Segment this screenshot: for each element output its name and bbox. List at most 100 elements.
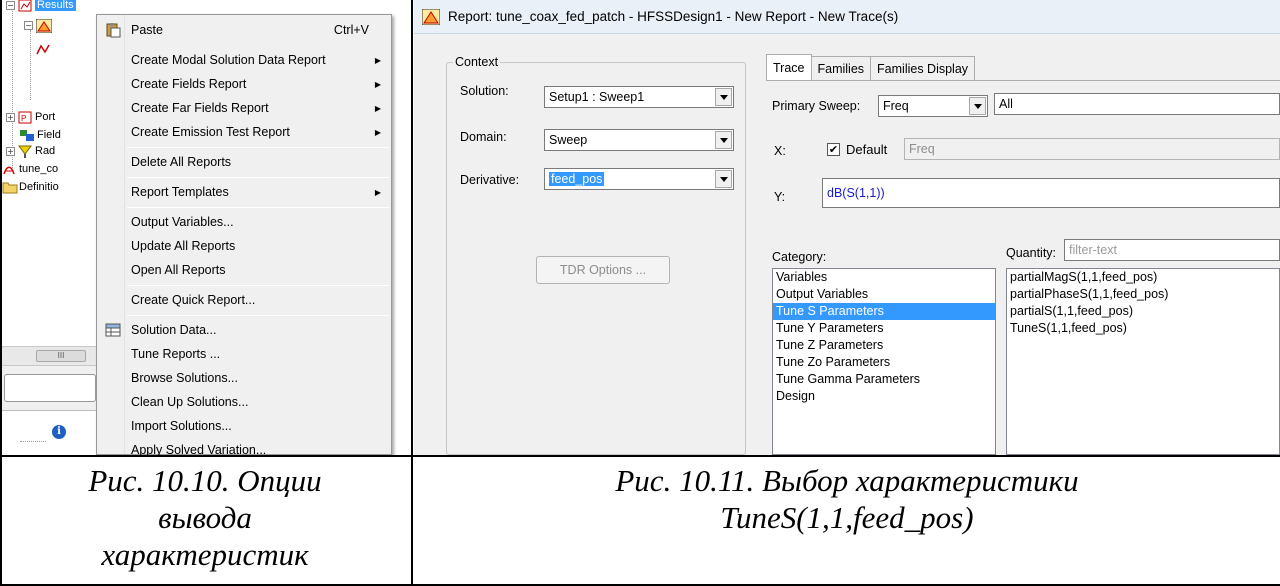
domain-select[interactable]: Sweep [544,129,734,151]
expand-toggle-icon[interactable]: + [6,146,15,156]
collapse-toggle-icon[interactable]: − [6,0,15,10]
menu-item-create-quick-report[interactable]: Create Quick Report... [99,289,389,311]
menu-item-label: Update All Reports [131,239,236,253]
menu-item-clean-up-solutions[interactable]: Clean Up Solutions... [99,391,389,413]
list-item[interactable]: Tune Y Parameters [773,320,995,337]
caption-line: TuneS(1,1,feed_pos) [720,500,974,535]
menu-separator [127,315,389,316]
expand-toggle-icon[interactable]: + [6,112,15,122]
tree-item-label: Rad [35,145,56,157]
solution-label: Solution: [460,84,509,98]
list-item[interactable]: Tune Z Parameters [773,337,995,354]
menu-item-create-modal-solution-data-report[interactable]: Create Modal Solution Data Report ▶ [99,49,389,71]
menu-item-label: Delete All Reports [131,155,232,169]
menu-item-label: Report Templates [131,185,229,199]
default-label: Default [846,142,888,157]
port-icon: P [18,111,32,124]
menu-item-apply-solved-variation[interactable]: Apply Solved Variation... [99,439,389,455]
y-expression-field[interactable]: dB(S(1,1)) [822,178,1280,208]
list-item[interactable]: TuneS(1,1,feed_pos) [1007,320,1279,337]
quantity-list[interactable]: partialMagS(1,1,feed_pos) partialPhaseS(… [1006,268,1280,455]
list-item[interactable]: partialMagS(1,1,feed_pos) [1007,269,1279,286]
chevron-down-icon[interactable] [715,88,732,106]
table-border [0,455,1280,457]
scrollbar-thumb[interactable]: III [36,350,86,362]
list-item[interactable]: Design [773,388,995,405]
tree-item-report[interactable]: − [24,16,53,34]
derivative-select[interactable]: feed_pos [544,168,734,190]
list-item[interactable]: Tune Gamma Parameters [773,371,995,388]
table-icon [105,322,121,338]
category-list[interactable]: Variables Output Variables Tune S Parame… [772,268,996,455]
sweep-values-field[interactable]: All [994,93,1280,115]
tree-item-definitions[interactable]: Definitio [2,178,59,196]
tree-item-ports[interactable]: + P Port [6,108,55,126]
menu-item-label: Output Variables... [131,215,234,229]
tab-families-display[interactable]: Families Display [870,56,976,80]
menu-separator [127,207,389,208]
menu-item-output-variables[interactable]: Output Variables... [99,211,389,233]
menu-item-report-templates[interactable]: Report Templates ▶ [99,181,389,203]
list-item-selected[interactable]: Tune S Parameters [773,303,995,320]
caption-left: Рис. 10.10. Опции вывода характеристик [0,462,410,573]
default-checkbox[interactable]: ✔ [827,143,840,156]
properties-field[interactable] [4,374,96,402]
project-tree: − Results − + P Port Field + Rad tune_co [0,0,110,455]
x-expression-field[interactable]: Freq [904,138,1280,160]
caption-line: характеристик [101,537,309,572]
tree-item-label: tune_co [19,163,59,175]
menu-item-create-emission-test-report[interactable]: Create Emission Test Report ▶ [99,121,389,143]
dialog-title: Report: tune_coax_fed_patch - HFSSDesign… [448,9,899,24]
group-label: Context [453,55,501,69]
menu-item-paste[interactable]: Paste Ctrl+V [99,19,389,41]
quantity-filter-input[interactable]: filter-text [1064,239,1280,261]
tdr-options-button[interactable]: TDR Options ... [536,256,670,284]
menu-item-solution-data[interactable]: Solution Data... [99,319,389,341]
pdf-icon [2,163,16,176]
menu-item-label: Apply Solved Variation... [131,443,267,455]
menu-item-label: Browse Solutions... [131,371,238,385]
primary-sweep-select[interactable]: Freq [878,95,988,117]
menu-item-label: Create Quick Report... [131,293,256,307]
tab-families[interactable]: Families [810,56,872,80]
menu-item-import-solutions[interactable]: Import Solutions... [99,415,389,437]
menu-item-tune-reports[interactable]: Tune Reports ... [99,343,389,365]
collapse-toggle-icon[interactable]: − [24,20,33,30]
caption-line: вывода [158,500,252,535]
menu-item-delete-all-reports[interactable]: Delete All Reports [99,151,389,173]
folder-icon [2,181,18,194]
tab-trace[interactable]: Trace [766,54,812,80]
dialog-title-bar: Report: tune_coax_fed_patch - HFSSDesign… [414,0,1280,34]
report-dialog: Report: tune_coax_fed_patch - HFSSDesign… [414,0,1280,455]
menu-item-label: Create Emission Test Report [131,125,290,139]
report-icon [421,8,441,25]
context-menu: Paste Ctrl+V Create Modal Solution Data … [96,14,392,455]
list-item[interactable]: Variables [773,269,995,286]
chevron-down-icon[interactable] [715,131,732,149]
list-item[interactable]: partialS(1,1,feed_pos) [1007,303,1279,320]
menu-item-browse-solutions[interactable]: Browse Solutions... [99,367,389,389]
table-border [411,0,413,586]
field-overlay-icon [20,129,34,142]
tree-item-results[interactable]: − Results [6,0,76,14]
tree-item-pdf[interactable]: tune_co [2,160,58,178]
tree-item-trace[interactable] [36,40,53,58]
menu-item-create-fields-report[interactable]: Create Fields Report ▶ [99,73,389,95]
list-item[interactable]: Tune Zo Parameters [773,354,995,371]
sweep-values-text: All [999,97,1013,111]
menu-item-update-all-reports[interactable]: Update All Reports [99,235,389,257]
tree-item-radiation[interactable]: + Rad [6,142,55,160]
menu-item-open-all-reports[interactable]: Open All Reports [99,259,389,281]
solution-select[interactable]: Setup1 : Sweep1 [544,86,734,108]
menu-separator [127,285,389,286]
menu-item-create-far-fields-report[interactable]: Create Far Fields Report ▶ [99,97,389,119]
list-item[interactable]: Output Variables [773,286,995,303]
y-label: Y: [774,190,786,204]
report-icon [35,18,53,33]
chevron-down-icon[interactable] [969,97,986,115]
menu-item-label: Create Fields Report [131,77,247,91]
list-item[interactable]: partialPhaseS(1,1,feed_pos) [1007,286,1279,303]
y-expression-text: dB(S(1,1)) [827,186,885,200]
horizontal-scrollbar[interactable]: III [0,346,98,366]
chevron-down-icon[interactable] [715,170,732,188]
